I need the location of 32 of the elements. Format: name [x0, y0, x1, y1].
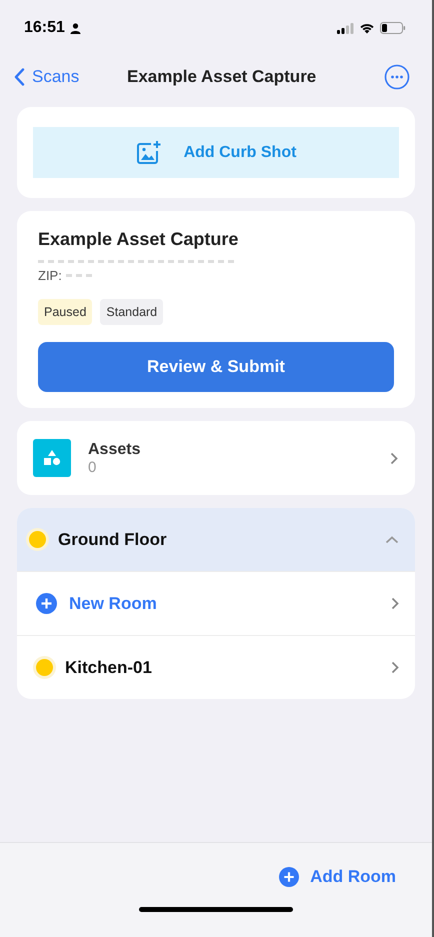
add-icon — [36, 593, 57, 614]
assets-row[interactable]: Assets 0 — [17, 421, 415, 495]
add-room-button[interactable]: Add Room — [279, 867, 396, 887]
floor-name: Ground Floor — [58, 530, 168, 550]
room-label: Kitchen-01 — [65, 658, 153, 678]
scan-title: Example Asset Capture — [38, 229, 240, 250]
shapes-icon — [33, 439, 71, 477]
chevron-right-icon — [391, 597, 399, 610]
floor-header[interactable]: Ground Floor — [17, 508, 415, 571]
battery-icon — [380, 22, 406, 34]
zip-label: ZIP: — [38, 268, 62, 283]
wifi-icon — [359, 22, 375, 34]
chevron-right-icon — [390, 452, 398, 464]
review-submit-button[interactable]: Review & Submit — [38, 342, 394, 392]
add-curb-shot-button[interactable]: Add Curb Shot — [33, 127, 399, 178]
back-button[interactable]: Scans — [14, 67, 80, 87]
add-image-icon — [136, 140, 162, 166]
add-icon — [279, 867, 300, 887]
back-chevron-icon — [14, 68, 25, 86]
tag: Paused — [38, 299, 92, 325]
assets-count: 0 — [88, 458, 98, 476]
person-icon — [70, 22, 81, 34]
signal-icon — [337, 22, 354, 34]
status-time: 16:51 — [24, 19, 65, 37]
room-label: New Room — [69, 594, 158, 614]
new-room-row[interactable]: New Room — [17, 571, 415, 635]
assets-label: Assets — [88, 440, 142, 458]
chevron-right-icon — [391, 661, 399, 674]
tag: Standard — [100, 299, 164, 325]
more-icon[interactable] — [384, 64, 410, 90]
screen-title: Example Asset Capture — [126, 67, 318, 87]
room-row[interactable]: Kitchen-01 — [17, 635, 415, 699]
